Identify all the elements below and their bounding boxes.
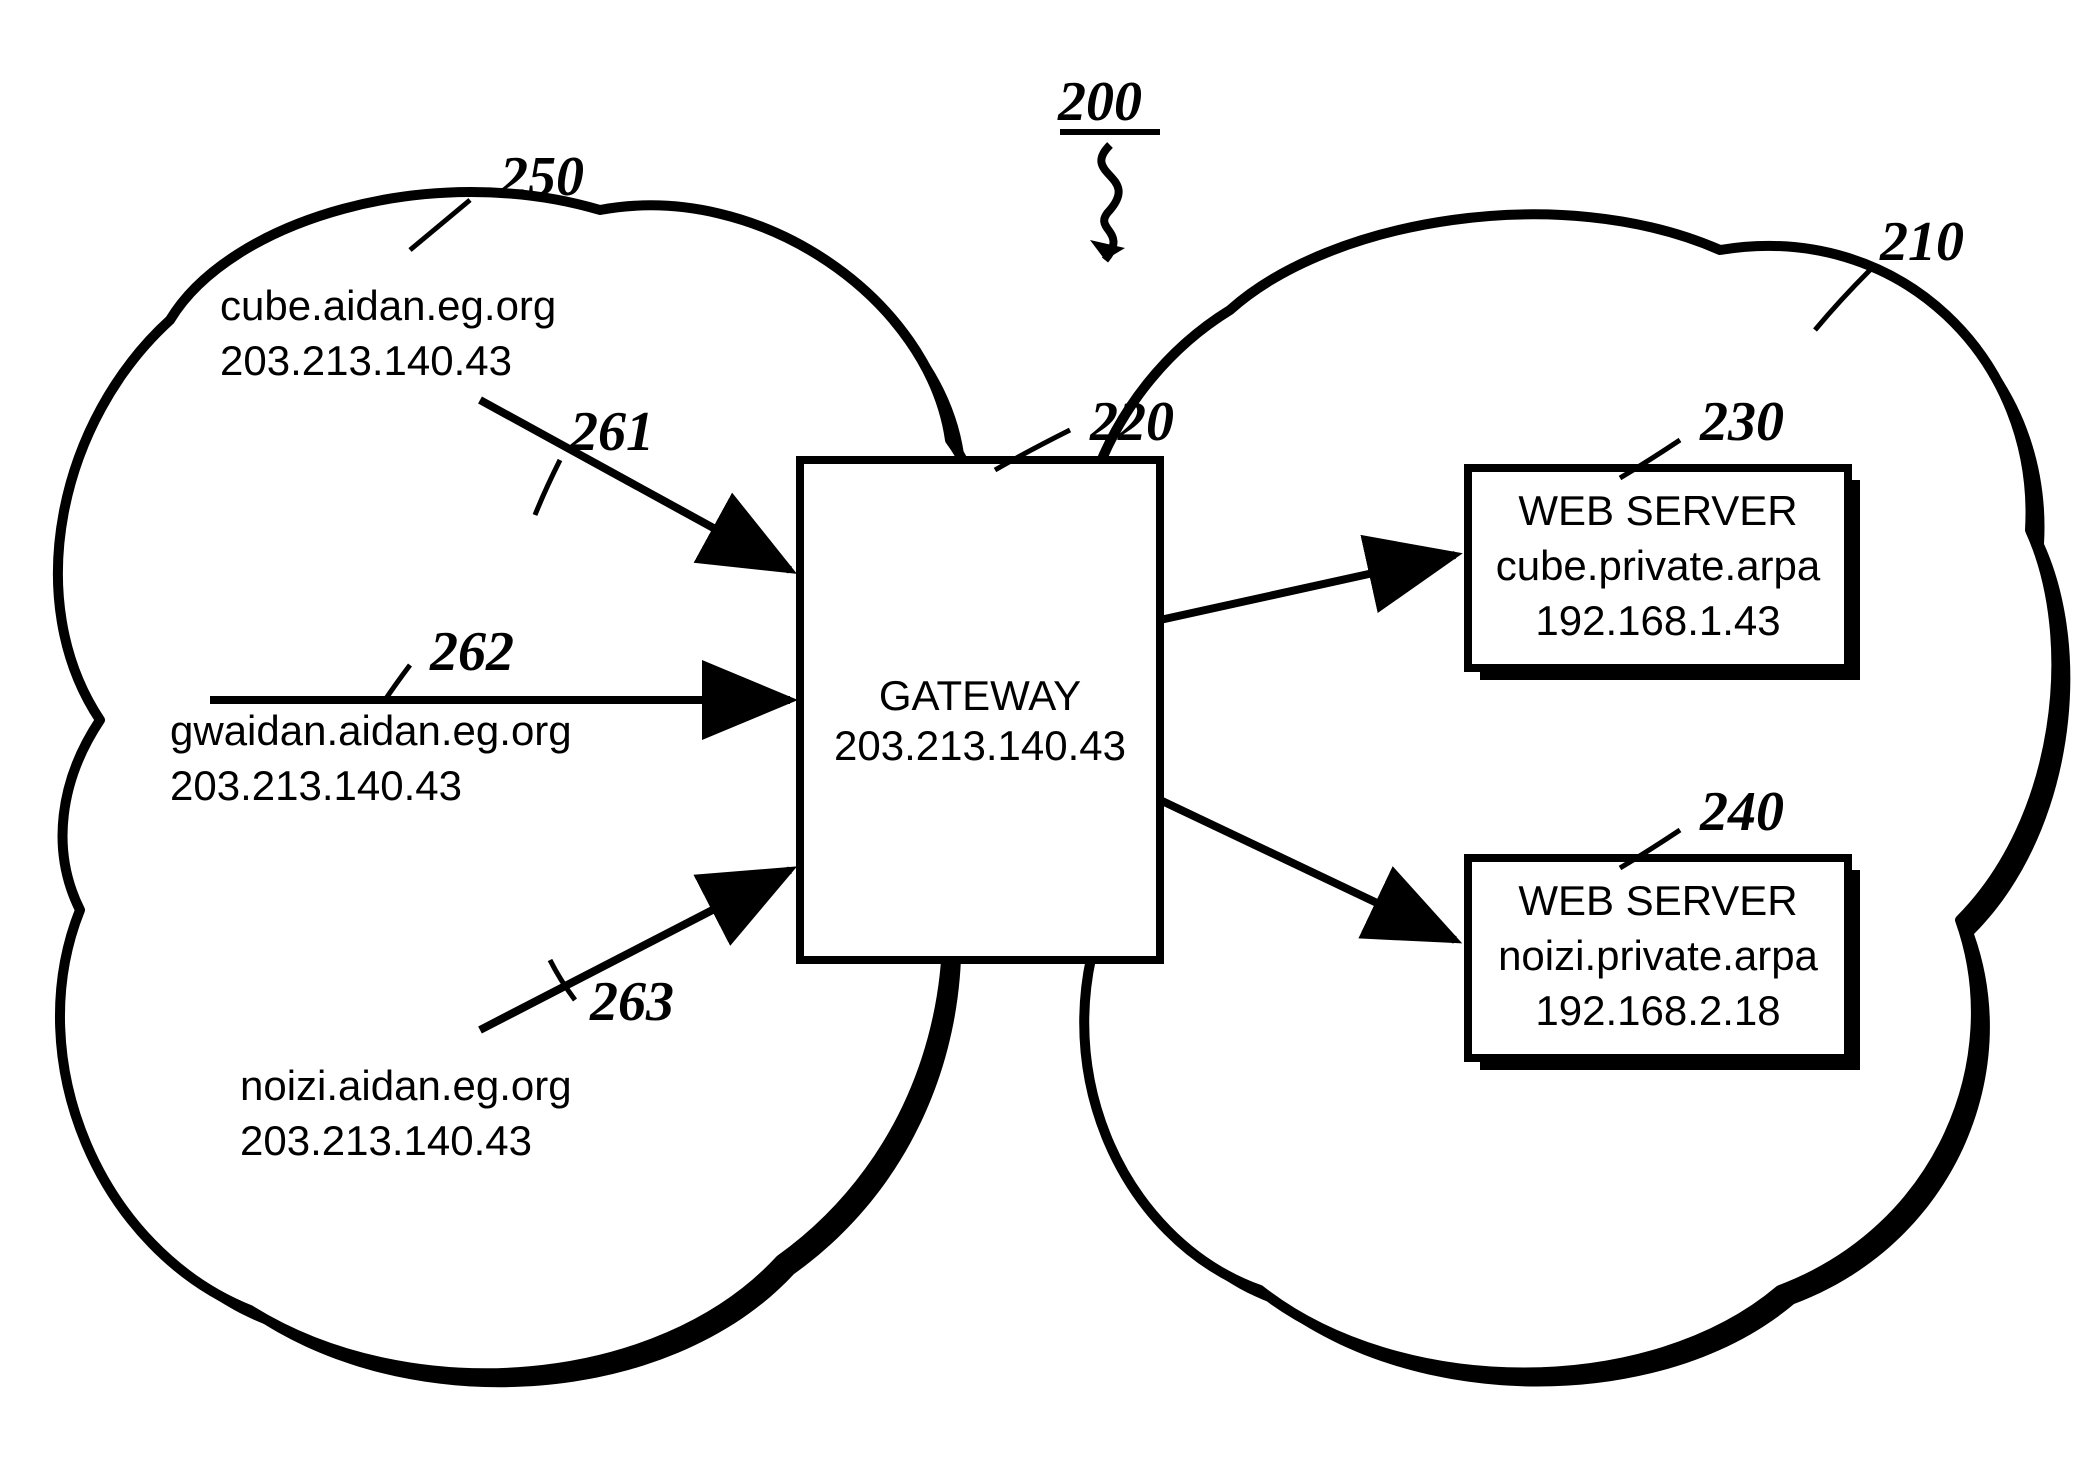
host2-ip: 203.213.140.43 <box>170 762 462 809</box>
server2-title: WEB SERVER <box>1518 877 1797 924</box>
server2-ip: 192.168.2.18 <box>1535 987 1780 1034</box>
arrow2-ref: 262 <box>429 621 514 683</box>
figure-ref-label: 200 <box>1057 71 1142 133</box>
figure-ref: 200 <box>1057 71 1160 260</box>
gateway-node: GATEWAY 203.213.140.43 <box>800 460 1160 960</box>
gateway-ref: 220 <box>1089 391 1174 453</box>
right-cloud-ref: 210 <box>1879 211 1964 273</box>
host1-ip: 203.213.140.43 <box>220 337 512 384</box>
gateway-ip: 203.213.140.43 <box>834 722 1126 769</box>
left-cloud-ref: 250 <box>499 146 584 208</box>
server1-ip: 192.168.1.43 <box>1535 597 1780 644</box>
arrow3-ref: 263 <box>589 971 674 1033</box>
server2-ref: 240 <box>1699 781 1784 843</box>
diagram-canvas: 200 250 210 GATEWAY 203.213.140.43 220 W… <box>0 0 2099 1467</box>
right-cloud <box>1071 214 2070 1386</box>
server1-host: cube.private.arpa <box>1496 542 1821 589</box>
web-server-1: WEB SERVER cube.private.arpa 192.168.1.4… <box>1468 468 1860 680</box>
host3-ip: 203.213.140.43 <box>240 1117 532 1164</box>
arrow1-ref: 261 <box>569 401 654 463</box>
host1-name: cube.aidan.eg.org <box>220 282 556 329</box>
server1-title: WEB SERVER <box>1518 487 1797 534</box>
server1-ref: 230 <box>1699 391 1784 453</box>
host2-name: gwaidan.aidan.eg.org <box>170 707 572 754</box>
gateway-title: GATEWAY <box>879 672 1081 719</box>
server2-host: noizi.private.arpa <box>1498 932 1818 979</box>
host3-name: noizi.aidan.eg.org <box>240 1062 572 1109</box>
web-server-2: WEB SERVER noizi.private.arpa 192.168.2.… <box>1468 858 1860 1070</box>
